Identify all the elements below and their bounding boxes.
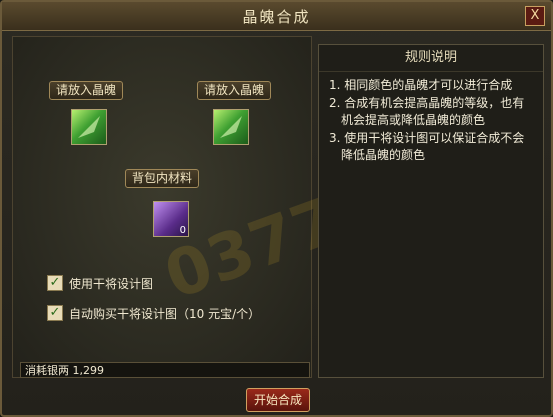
use-design-label: 使用干将设计图 <box>69 277 154 291</box>
title-bar[interactable]: 晶魄合成 X <box>2 2 551 31</box>
rule-item: 1. 相同颜色的晶魄才可以进行合成 <box>329 78 513 92</box>
rules-list: 1. 相同颜色的晶魄才可以进行合成 2. 合成有机会提高晶魄的等级，也有机会提高… <box>329 77 535 165</box>
material-label[interactable]: 背包内材料 <box>125 169 200 188</box>
window-title: 晶魄合成 <box>242 8 311 26</box>
crystal-slot-2[interactable] <box>213 109 249 145</box>
green-crystal-icon <box>214 110 248 144</box>
material-slot[interactable]: 0 <box>153 201 189 237</box>
use-design-checkbox[interactable]: ✓ <box>47 275 63 291</box>
auto-buy-checkbox[interactable]: ✓ <box>47 305 63 321</box>
rules-title: 规则说明 <box>319 45 543 72</box>
slot2-label[interactable]: 请放入晶魄 <box>197 81 272 100</box>
cost-display: 消耗银两 1,299 <box>20 362 310 378</box>
close-button[interactable]: X <box>525 6 545 26</box>
crystal-slot-1[interactable] <box>71 109 107 145</box>
rules-panel: 规则说明 1. 相同颜色的晶魄才可以进行合成 2. 合成有机会提高晶魄的等级，也… <box>318 44 544 378</box>
rule-item: 2. 合成有机会提高晶魄的等级，也有机会提高或降低晶魄的颜色 <box>329 96 525 127</box>
green-crystal-icon <box>72 110 106 144</box>
auto-buy-label: 自动购买干将设计图（10 元宝/个） <box>69 307 261 321</box>
slot1-label[interactable]: 请放入晶魄 <box>49 81 124 100</box>
start-synthesis-button[interactable]: 开始合成 <box>246 388 310 412</box>
rule-item: 3. 使用干将设计图可以保证合成不会降低晶魄的颜色 <box>329 131 525 162</box>
synthesis-panel: 0377 请放入晶魄 请放入晶魄 背包内材料 0 ✓ 使用干将设计图 ✓ 自动购… <box>12 36 348 378</box>
material-count: 0 <box>179 225 186 236</box>
crystal-synthesis-window: 晶魄合成 X 0377 请放入晶魄 请放入晶魄 背包内材料 0 ✓ 使用干将设计… <box>0 0 553 417</box>
